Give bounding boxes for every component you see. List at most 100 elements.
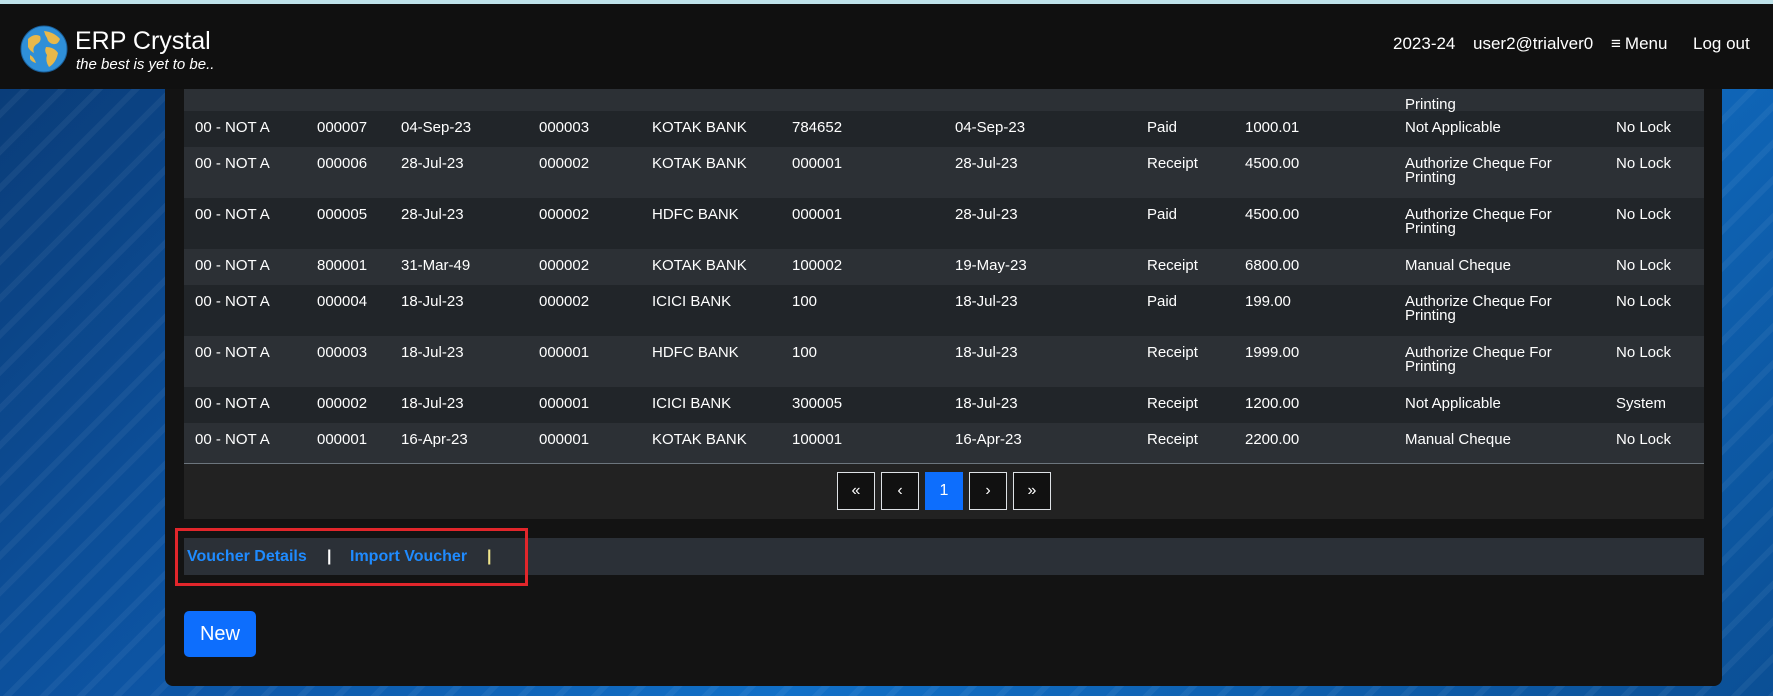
table-cell: Printing — [1405, 169, 1456, 186]
table-row[interactable]: 00 - NOT A 000001 16-Apr-23 000001 KOTAK BAN… — [184, 423, 1704, 463]
table-cell: 18-Jul-23 — [955, 344, 1018, 361]
table-cell: No Lock — [1616, 344, 1672, 361]
table-cell: KOTAK BANK — [652, 119, 747, 136]
table-cell: 00 - NOT A — [195, 257, 270, 274]
table-cell: 18-Jul-23 — [401, 344, 464, 361]
table-cell: 000002 — [539, 257, 590, 274]
menu-button[interactable]: ≡ Menu — [1611, 34, 1667, 54]
menu-label: Menu — [1624, 34, 1668, 53]
table-cell: 18-Jul-23 — [955, 395, 1018, 412]
app-title[interactable]: ERP Crystal — [75, 27, 211, 56]
table-cell: 28-Jul-23 — [401, 206, 464, 223]
app-tagline: the best is yet to be.. — [76, 56, 215, 73]
table-cell: No Lock — [1616, 155, 1672, 172]
table-cell: 04-Sep-23 — [401, 119, 472, 136]
next-page-button[interactable]: › — [969, 472, 1007, 510]
table-cell: Receipt — [1147, 257, 1198, 274]
table-cell: No Lock — [1616, 257, 1672, 274]
table-cell: 000001 — [792, 206, 843, 223]
table-cell: 00 - NOT A — [195, 155, 270, 172]
table-cell: 000001 — [317, 431, 368, 448]
voucher-details-link[interactable]: Voucher Details — [187, 548, 307, 566]
table-cell: No Lock — [1616, 431, 1672, 448]
financial-year[interactable]: 2023-24 — [1393, 34, 1455, 54]
table-row-partial[interactable]: Printing — [184, 89, 1704, 113]
table-row[interactable]: 00 - NOT A 000004 18-Jul-23 000002 ICICI BAN… — [184, 285, 1704, 336]
table-cell: 18-Jul-23 — [955, 293, 1018, 310]
table-cell: 00 - NOT A — [195, 206, 270, 223]
new-voucher-button[interactable]: New — [184, 611, 256, 657]
table-row[interactable]: 00 - NOT A 800001 31-Mar-49 000002 KOTAK BAN… — [184, 249, 1704, 285]
table-cell: 100 — [792, 344, 818, 361]
table-cell: 4500.00 — [1245, 206, 1300, 223]
table-row[interactable]: 00 - NOT A 000005 28-Jul-23 000002 HDFC BANK… — [184, 198, 1704, 249]
table-cell: 000001 — [792, 155, 843, 172]
table-row[interactable]: 00 - NOT A 000002 18-Jul-23 000001 ICICI BAN… — [184, 387, 1704, 423]
table-cell: 18-Jul-23 — [401, 293, 464, 310]
table-cell: 16-Apr-23 — [401, 431, 468, 448]
last-page-button[interactable]: » — [1013, 472, 1051, 510]
table-cell: 00 - NOT A — [195, 293, 270, 310]
table-cell: 000005 — [317, 206, 368, 223]
table-cell: 28-Jul-23 — [401, 155, 464, 172]
table-cell: Manual Cheque — [1405, 257, 1511, 274]
top-navbar: ERP Crystal the best is yet to be.. 2023… — [0, 4, 1773, 89]
first-page-button[interactable]: « — [837, 472, 875, 510]
globe-logo-icon[interactable] — [20, 25, 68, 73]
table-cell: 18-Jul-23 — [401, 395, 464, 412]
table-cell: System — [1616, 395, 1667, 412]
table-cell: Not Applicable — [1405, 119, 1501, 136]
import-voucher-link[interactable]: Import Voucher — [350, 548, 467, 566]
table-cell: 000001 — [539, 344, 590, 361]
link-separator: | — [327, 548, 332, 565]
table-row[interactable]: 00 - NOT A 000003 18-Jul-23 000001 HDFC BANK… — [184, 336, 1704, 387]
table-cell: 00 - NOT A — [195, 344, 270, 361]
table-cell: 100001 — [792, 431, 843, 448]
table-cell: Not Applicable — [1405, 395, 1501, 412]
table-row[interactable]: 00 - NOT A 000007 04-Sep-23 000003 KOTAK BAN… — [184, 111, 1704, 147]
logout-link[interactable]: Log out — [1693, 34, 1750, 54]
table-cell: 000002 — [539, 155, 590, 172]
table-cell: Printing — [1405, 96, 1456, 113]
table-row[interactable]: 00 - NOT A 000006 28-Jul-23 000002 KOTAK BAN… — [184, 147, 1704, 198]
table-cell: ICICI BANK — [652, 395, 732, 412]
table-cell: 000003 — [539, 119, 590, 136]
table-cell: 000002 — [539, 206, 590, 223]
table-cell: 100 — [792, 293, 818, 310]
table-cell: 800001 — [317, 257, 368, 274]
table-cell: No Lock — [1616, 119, 1672, 136]
table-cell: Receipt — [1147, 155, 1198, 172]
table-cell: 100002 — [792, 257, 843, 274]
table-cell: Paid — [1147, 119, 1178, 136]
table-cell: 000001 — [539, 431, 590, 448]
table-cell: 000007 — [317, 119, 368, 136]
table-cell: 04-Sep-23 — [955, 119, 1026, 136]
prev-page-button[interactable]: ‹ — [881, 472, 919, 510]
table-cell: 000003 — [317, 344, 368, 361]
table-cell: 00 - NOT A — [195, 431, 270, 448]
page-1-button[interactable]: 1 — [925, 472, 963, 510]
table-cell: No Lock — [1616, 206, 1672, 223]
table-cell: Receipt — [1147, 344, 1198, 361]
table-cell: 2200.00 — [1245, 431, 1300, 448]
link-separator: | — [487, 548, 492, 565]
table-cell: Paid — [1147, 206, 1178, 223]
table-cell: Printing — [1405, 358, 1456, 375]
table-cell: 000002 — [539, 293, 590, 310]
table-cell: 000004 — [317, 293, 368, 310]
pagination-bar: « ‹ 1 › » — [184, 463, 1704, 519]
table-cell: 28-Jul-23 — [955, 206, 1018, 223]
table-cell: 19-May-23 — [955, 257, 1027, 274]
table-cell: 1000.01 — [1245, 119, 1300, 136]
table-cell: KOTAK BANK — [652, 431, 747, 448]
table-cell: HDFC BANK — [652, 344, 739, 361]
table-cell: Manual Cheque — [1405, 431, 1511, 448]
table-cell: 4500.00 — [1245, 155, 1300, 172]
table-cell: KOTAK BANK — [652, 155, 747, 172]
table-cell: 28-Jul-23 — [955, 155, 1018, 172]
table-cell: 199.00 — [1245, 293, 1291, 310]
table-cell: Receipt — [1147, 431, 1198, 448]
table-cell: Paid — [1147, 293, 1178, 310]
table-cell: 000006 — [317, 155, 368, 172]
user-account[interactable]: user2@trialver0 — [1473, 34, 1593, 54]
